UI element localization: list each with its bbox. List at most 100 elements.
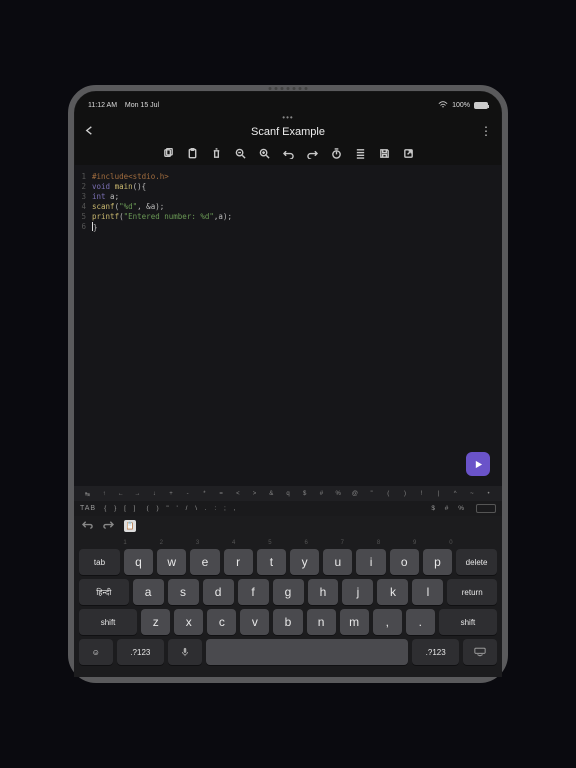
indent-icon[interactable] (355, 148, 366, 159)
code-line[interactable]: 2void main(){ (74, 181, 502, 191)
symbol-key[interactable]: → (130, 491, 145, 497)
symbol-key[interactable]: + (164, 491, 179, 497)
letter-key-v[interactable]: v (240, 609, 269, 635)
letter-key-y[interactable]: y (290, 549, 319, 575)
kb-undo-icon[interactable] (82, 517, 93, 535)
code-line[interactable]: 6} (74, 221, 502, 231)
code-editor[interactable]: 1#include<stdio.h>2void main(){3int a;4s… (74, 165, 502, 486)
letter-key-s[interactable]: s (168, 579, 199, 605)
code-text[interactable]: int a; (92, 192, 119, 201)
letter-key-x[interactable]: x (174, 609, 203, 635)
symbol-key[interactable]: * (197, 491, 212, 497)
share-icon[interactable] (403, 148, 414, 159)
letter-key-i[interactable]: i (356, 549, 385, 575)
code-text[interactable]: scanf("%d", &a); (92, 202, 164, 211)
undo-icon[interactable] (283, 148, 294, 159)
letter-key-r[interactable]: r (224, 549, 253, 575)
delete-key[interactable]: delete (456, 549, 497, 575)
symbol-key[interactable]: ~ (465, 491, 480, 497)
symbol-key[interactable]: | (431, 491, 446, 497)
symbol-group[interactable]: $ # % (431, 505, 468, 512)
symbol-key[interactable]: $ (297, 491, 312, 497)
symbol-key[interactable]: • (481, 491, 496, 497)
symbol-key[interactable]: # (314, 491, 329, 497)
letter-key-k[interactable]: k (377, 579, 408, 605)
symbol-key[interactable]: " (364, 491, 379, 497)
back-button[interactable] (84, 124, 95, 139)
code-text[interactable]: } (92, 221, 98, 232)
letter-key-n[interactable]: n (307, 609, 336, 635)
more-menu-button[interactable]: ⋮ (480, 124, 492, 138)
code-text[interactable]: #include<stdio.h> (92, 172, 169, 181)
symbol-key[interactable]: q (281, 491, 296, 497)
timer-icon[interactable] (331, 148, 342, 159)
symbol-key[interactable]: ) (398, 491, 413, 497)
letter-key-z[interactable]: z (141, 609, 170, 635)
run-button[interactable] (466, 452, 490, 476)
code-line[interactable]: 4scanf("%d", &a); (74, 201, 502, 211)
letter-key-t[interactable]: t (257, 549, 286, 575)
letter-key-a[interactable]: a (133, 579, 164, 605)
letter-key-l[interactable]: l (412, 579, 443, 605)
code-line[interactable]: 3int a; (74, 191, 502, 201)
symbol-key[interactable]: - (180, 491, 195, 497)
space-key[interactable] (206, 639, 408, 665)
letter-key-b[interactable]: b (273, 609, 302, 635)
letter-key-m[interactable]: m (340, 609, 369, 635)
numeric-key-left[interactable]: .?123 (117, 639, 164, 665)
code-text[interactable]: printf("Entered number: %d",a); (92, 212, 232, 221)
zoom-out-icon[interactable] (235, 148, 246, 159)
dismiss-keyboard-key[interactable] (463, 639, 497, 665)
symbol-key[interactable]: = (214, 491, 229, 497)
copy-icon[interactable] (163, 148, 174, 159)
symbol-key[interactable]: & (264, 491, 279, 497)
symbol-key[interactable]: ^ (448, 491, 463, 497)
symbol-key[interactable]: % (331, 491, 346, 497)
minimize-keyboard-icon[interactable] (476, 504, 496, 513)
letter-key-c[interactable]: c (207, 609, 236, 635)
letter-key-.[interactable]: . (406, 609, 435, 635)
letter-key-h[interactable]: h (308, 579, 339, 605)
letter-key-d[interactable]: d (203, 579, 234, 605)
symbol-key[interactable]: ↹ (80, 491, 95, 498)
letter-key-e[interactable]: e (190, 549, 219, 575)
zoom-in-icon[interactable] (259, 148, 270, 159)
letter-key-j[interactable]: j (342, 579, 373, 605)
redo-icon[interactable] (307, 148, 318, 159)
tab-key[interactable]: tab (79, 549, 120, 575)
letter-key-q[interactable]: q (124, 549, 153, 575)
letter-key-g[interactable]: g (273, 579, 304, 605)
symbol-key[interactable]: ( (381, 491, 396, 497)
bracket-group[interactable]: { } [ ] (104, 505, 138, 512)
symbol-key[interactable]: ↑ (97, 491, 112, 497)
emoji-key[interactable]: ☺ (79, 639, 113, 665)
symbol-key[interactable]: > (247, 491, 262, 497)
symbol-key[interactable]: ← (113, 491, 128, 497)
symbol-key[interactable]: ↓ (147, 491, 162, 497)
return-key[interactable]: return (447, 579, 497, 605)
letter-key-p[interactable]: p (423, 549, 452, 575)
paste-icon[interactable] (187, 148, 198, 159)
code-line[interactable]: 5printf("Entered number: %d",a); (74, 211, 502, 221)
delete-icon[interactable] (211, 148, 222, 159)
kb-redo-icon[interactable] (103, 517, 114, 535)
letter-key-,[interactable]: , (373, 609, 402, 635)
punct-group[interactable]: ( ) " ' / \ . : ; , (146, 505, 238, 512)
shift-key-right[interactable]: shift (439, 609, 497, 635)
letter-key-f[interactable]: f (238, 579, 269, 605)
shift-key-left[interactable]: shift (79, 609, 137, 635)
letter-key-o[interactable]: o (390, 549, 419, 575)
code-text[interactable]: void main(){ (92, 182, 146, 191)
tab-key-label[interactable]: TAB (80, 505, 96, 512)
lang-key[interactable]: हिन्दी (79, 579, 129, 605)
multitask-dots[interactable]: ••• (74, 113, 502, 122)
code-line[interactable]: 1#include<stdio.h> (74, 171, 502, 181)
mic-key[interactable] (168, 639, 202, 665)
numeric-key-right[interactable]: .?123 (412, 639, 459, 665)
clipboard-icon[interactable]: 📋 (124, 520, 136, 532)
letter-key-u[interactable]: u (323, 549, 352, 575)
save-icon[interactable] (379, 148, 390, 159)
symbol-key[interactable]: @ (348, 491, 363, 497)
letter-key-w[interactable]: w (157, 549, 186, 575)
symbol-key[interactable]: < (230, 491, 245, 497)
